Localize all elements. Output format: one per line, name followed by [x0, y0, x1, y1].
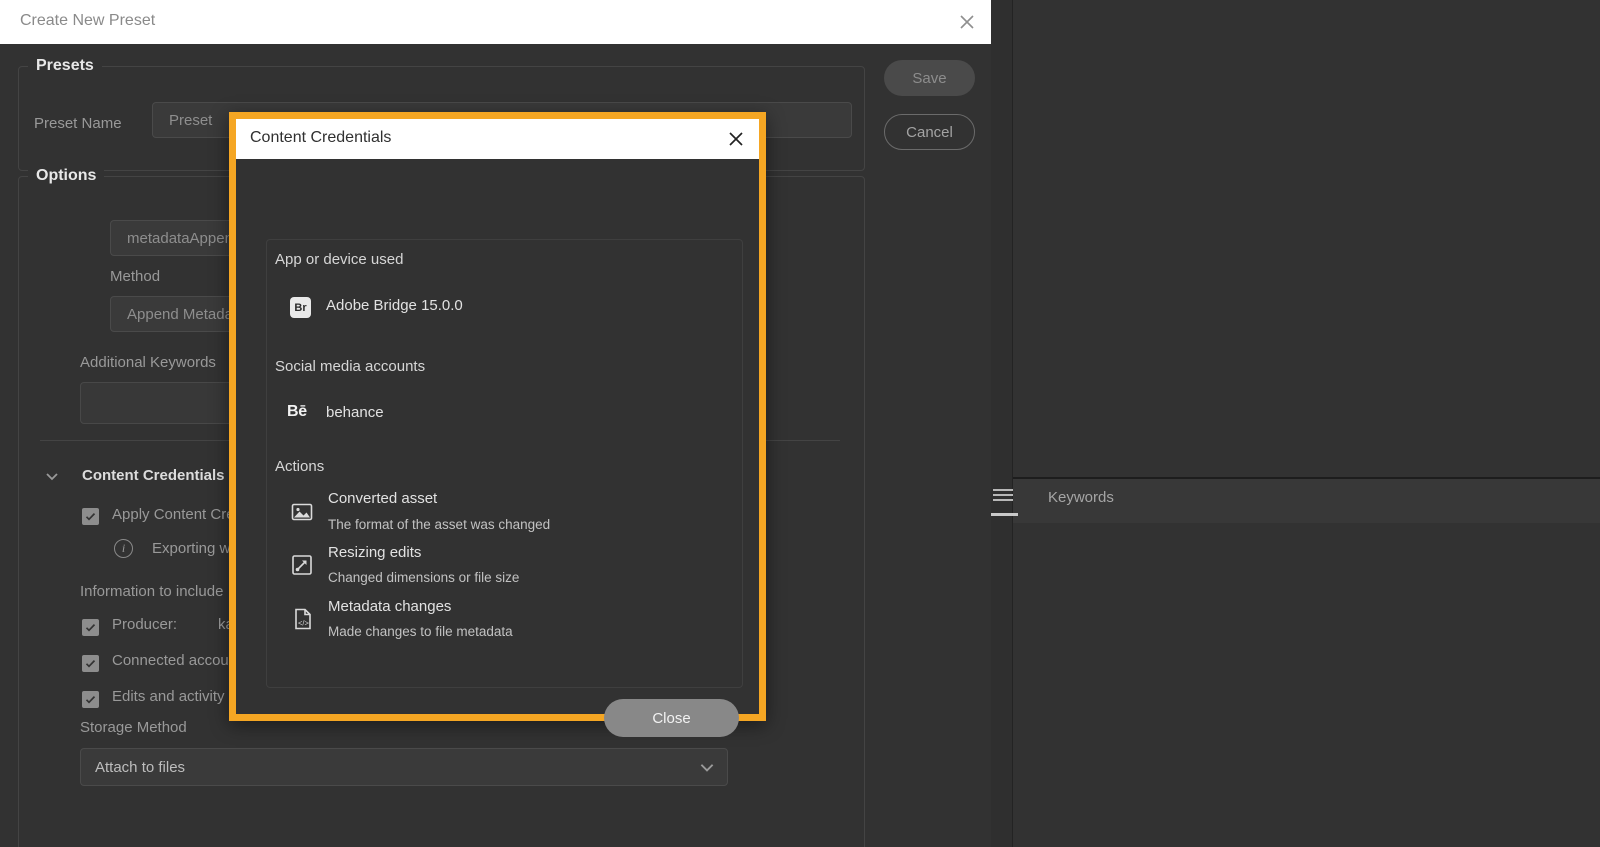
- action-subtitle: Changed dimensions or file size: [328, 570, 520, 585]
- storage-method-value: Attach to files: [95, 758, 186, 776]
- content-credentials-titlebar: Content Credentials: [236, 119, 759, 159]
- edits-and-activity-checkbox[interactable]: [82, 691, 99, 708]
- action-subtitle: Made changes to file metadata: [328, 624, 513, 639]
- action-title: Converted asset: [328, 490, 438, 507]
- resize-icon: [290, 553, 314, 577]
- content-credentials-body: App or device used Br Adobe Bridge 15.0.…: [236, 159, 759, 737]
- content-credentials-dialog-inner: Content Credentials App or device used B…: [236, 119, 759, 737]
- actions-heading: Actions: [275, 458, 325, 475]
- social-media-heading: Social media accounts: [275, 358, 426, 375]
- svg-text:</>: </>: [298, 619, 309, 628]
- image-icon: [290, 500, 314, 524]
- screen-root: Keywords Create New Preset Presets Prese…: [0, 0, 1600, 847]
- additional-keywords-label: Additional Keywords: [80, 354, 216, 371]
- save-button[interactable]: Save: [884, 60, 975, 96]
- action-title: Metadata changes: [328, 598, 452, 615]
- file-code-icon: </>: [291, 607, 315, 631]
- panel-divider: [1012, 0, 1013, 847]
- chevron-down-icon[interactable]: [44, 468, 60, 489]
- preset-name-label: Preset Name: [34, 115, 122, 132]
- preset-window-title: Create New Preset: [20, 12, 156, 29]
- info-icon[interactable]: i: [114, 539, 133, 558]
- content-credentials-dialog: Content Credentials App or device used B…: [229, 112, 766, 737]
- cancel-button[interactable]: Cancel: [884, 114, 975, 150]
- social-media-name: behance: [326, 404, 384, 421]
- behance-icon: Bē: [287, 403, 307, 420]
- right-panel-area: [1013, 0, 1600, 847]
- close-icon[interactable]: [946, 7, 988, 37]
- content-credentials-section-title: Content Credentials: [82, 467, 225, 484]
- app-or-device-heading: App or device used: [275, 251, 404, 268]
- producer-label: Producer:: [112, 616, 178, 633]
- tab-keywords[interactable]: Keywords: [1048, 489, 1114, 506]
- action-subtitle: The format of the asset was changed: [328, 517, 551, 532]
- storage-method-chevron-down-icon[interactable]: [698, 758, 716, 781]
- panel-menu-underline: [990, 513, 1018, 516]
- options-group-legend: Options: [28, 167, 105, 185]
- preset-window-titlebar: Create New Preset: [0, 0, 991, 44]
- app-or-device-name: Adobe Bridge 15.0.0: [326, 297, 463, 314]
- presets-group-legend: Presets: [28, 57, 102, 75]
- close-button[interactable]: Close: [604, 699, 739, 737]
- panel-menu-icon[interactable]: [993, 489, 1017, 513]
- content-credentials-title: Content Credentials: [250, 129, 392, 146]
- connected-accounts-checkbox[interactable]: [82, 655, 99, 672]
- method-label: Method: [110, 268, 161, 285]
- storage-method-label: Storage Method: [80, 719, 187, 736]
- edits-and-activity-label: Edits and activity: [112, 688, 225, 705]
- storage-method-select[interactable]: Attach to files: [80, 748, 728, 786]
- close-icon[interactable]: [721, 124, 751, 154]
- adobe-bridge-icon: Br: [290, 297, 311, 318]
- information-to-include-label: Information to include: [80, 583, 224, 600]
- action-title: Resizing edits: [328, 544, 422, 561]
- apply-content-credentials-checkbox[interactable]: [82, 508, 99, 525]
- producer-checkbox[interactable]: [82, 619, 99, 636]
